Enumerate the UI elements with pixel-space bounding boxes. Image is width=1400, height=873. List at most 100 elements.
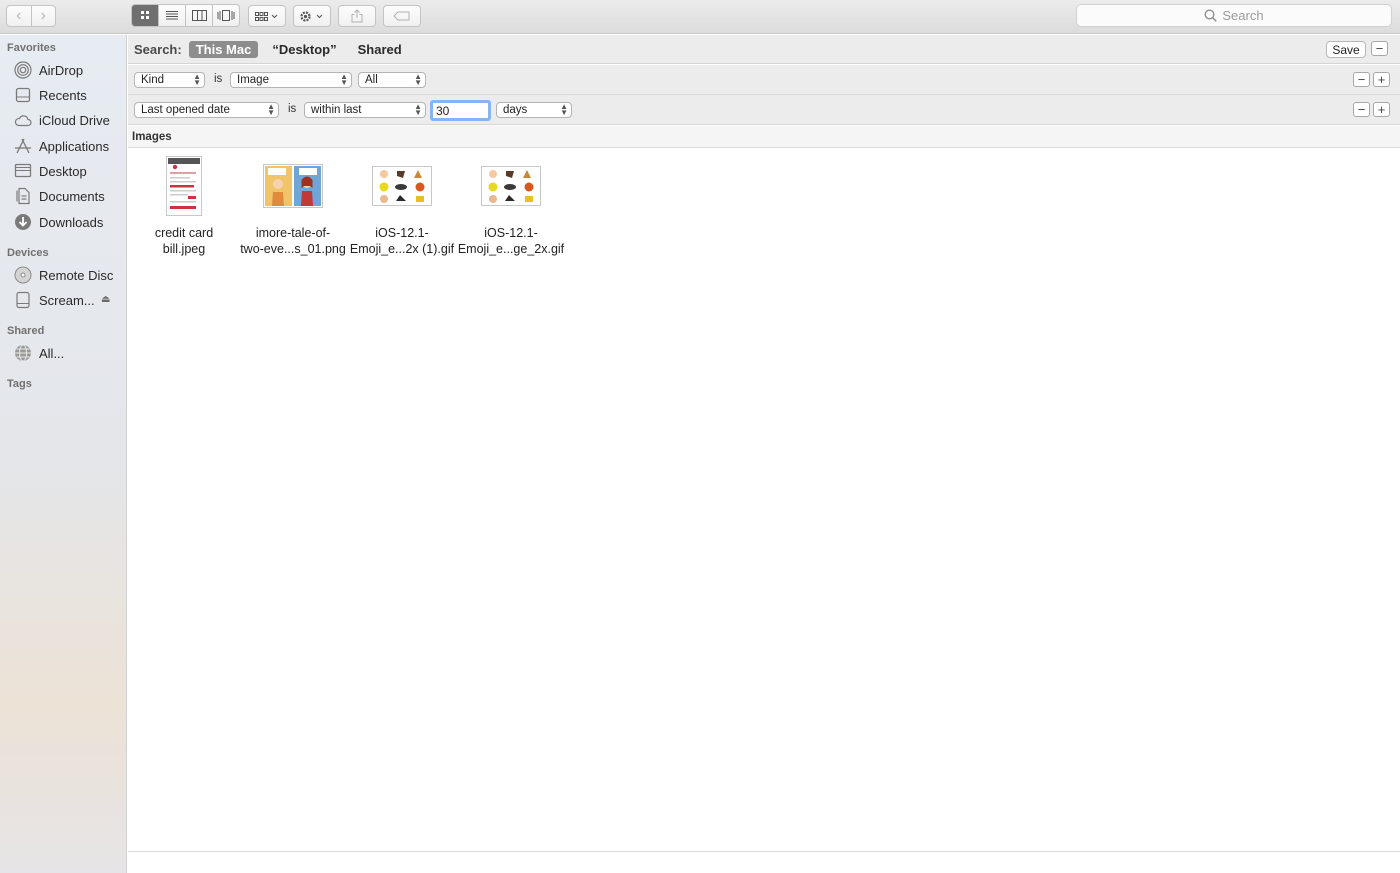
cloud-icon [14,111,32,129]
drive-icon [14,291,32,309]
file-name-line: Emoji_e...2x (1).gif [349,242,455,256]
remove-rule-button[interactable]: − [1353,72,1370,87]
search-rule-row: Last opened date ▲ ▼ is within last ▲ ▼ 30… [128,95,1400,125]
rule-attribute-value: Kind [141,74,165,86]
search-placeholder: Search [1222,8,1264,23]
rule-attribute-select[interactable]: Kind ▲ ▼ [134,72,205,88]
minus-icon: − [1357,71,1366,87]
scope-this-mac[interactable]: This Mac [188,40,259,58]
chevron-updown-icon: ▲ ▼ [414,102,422,117]
add-rule-button[interactable]: + [1373,72,1390,87]
file-thumbnail [166,155,202,217]
sidebar-item-recents[interactable]: Recents [14,84,87,106]
minus-icon: − [1357,101,1366,117]
sidebar-item-icloud-drive[interactable]: iCloud Drive [14,109,110,131]
shared-header: Shared [7,325,45,337]
status-bar-divider [128,851,1400,852]
rule-extra-select[interactable]: All ▲ ▼ [358,72,426,88]
file-item[interactable]: credit card bill.jpeg [130,155,238,257]
file-name-line: Emoji_e...ge_2x.gif [457,242,565,256]
eject-icon[interactable]: ⏏ [101,294,110,305]
chevron-updown-icon: ▲ ▼ [193,72,201,87]
desktop-icon [14,162,32,180]
sidebar-item-label: Applications [39,138,110,154]
search-rule-row: Kind ▲ ▼ is Image ▲ ▼ All ▲ ▼ − + [128,65,1400,95]
sidebar-item-all-shared[interactable]: All... [14,342,64,364]
file-thumbnail [372,155,432,217]
nav-buttons: ‹ › [6,5,56,27]
network-icon [14,344,32,362]
sidebar-item-documents[interactable]: Documents [14,185,105,207]
sidebar-item-label: Desktop [39,163,87,179]
disc-icon [14,266,32,284]
coverflow-icon [217,10,235,21]
file-name: iOS-12.1- Emoji_e...2x (1).gif [350,225,454,257]
forward-button[interactable]: › [30,6,56,26]
sidebar-item-remote-disc[interactable]: Remote Disc [14,264,113,286]
file-name-line: bill.jpeg [162,242,206,256]
group-grid-icon [255,11,278,21]
group-by-button[interactable] [248,5,286,27]
search-icon [1204,9,1218,22]
rule-unit-select[interactable]: days ▲ ▼ [496,102,572,118]
documents-icon [14,187,32,205]
chevron-updown-icon: ▲ ▼ [340,72,348,87]
rule-operator-label: is [214,73,223,85]
sidebar-item-airdrop[interactable]: AirDrop [14,59,83,81]
favorites-header: Favorites [7,42,56,54]
rule-number-input[interactable]: 30 [430,100,491,121]
remove-rule-button[interactable]: − [1353,102,1370,117]
search-field[interactable]: Search [1076,4,1392,27]
scope-shared[interactable]: Shared [351,41,409,58]
view-mode-group [131,4,240,27]
file-thumbnail [481,155,541,217]
file-name-line: two-eve...s_01.png [240,242,346,256]
list-view-button[interactable] [158,5,185,26]
plus-icon: + [1377,71,1386,87]
sidebar-item-desktop[interactable]: Desktop [14,160,87,182]
rule-value-select[interactable]: within last ▲ ▼ [304,102,426,118]
share-icon [351,9,363,23]
icon-view-button[interactable] [132,5,158,26]
sidebar-item-applications[interactable]: Applications [14,135,109,157]
tags-button[interactable] [383,5,421,27]
sidebar-item-downloads[interactable]: Downloads [14,211,103,233]
chevron-left-icon: ‹ [16,7,22,24]
gallery-view-button[interactable] [212,5,239,26]
scope-desktop[interactable]: “Desktop” [265,41,343,58]
file-name: imore-tale-of- two-eve...s_01.png [240,225,346,257]
plus-icon: + [1377,101,1386,117]
file-name-line: iOS-12.1- [484,226,538,240]
rule-extra-value: All [365,74,378,86]
file-item[interactable]: iOS-12.1- Emoji_e...ge_2x.gif [457,155,565,257]
sidebar-item-label: Recents [39,87,87,103]
chevron-right-icon: › [40,7,46,24]
rule-operator-label: is [288,103,297,115]
back-button[interactable]: ‹ [7,6,31,26]
gear-icon [300,10,323,22]
tag-icon [393,11,410,21]
rule-value: Image [237,74,269,86]
save-search-button[interactable]: Save [1326,41,1366,58]
sidebar-item-screamer-drive[interactable]: Scream... [14,289,95,311]
rule-value-select[interactable]: Image ▲ ▼ [230,72,352,88]
file-name: iOS-12.1- Emoji_e...ge_2x.gif [458,225,564,257]
file-name-line: iOS-12.1- [375,226,429,240]
remove-search-button[interactable]: − [1371,41,1388,56]
rule-attribute-select[interactable]: Last opened date ▲ ▼ [134,102,279,118]
sidebar: Favorites AirDrop Recents iCloud Drive A… [0,35,127,873]
rule-attribute-value: Last opened date [141,104,230,116]
sidebar-item-label: Remote Disc [39,267,114,283]
airdrop-icon [14,61,32,79]
recents-icon [14,86,32,104]
file-item[interactable]: iOS-12.1- Emoji_e...2x (1).gif [348,155,456,257]
action-button[interactable] [293,5,331,27]
column-view-button[interactable] [185,5,212,26]
file-name: credit card bill.jpeg [155,225,213,257]
downloads-icon [14,213,32,231]
sidebar-item-label: AirDrop [39,62,84,78]
search-scope-bar: Search: This Mac “Desktop” Shared Save − [128,35,1400,64]
share-button[interactable] [338,5,376,27]
add-rule-button[interactable]: + [1373,102,1390,117]
file-item[interactable]: imore-tale-of- two-eve...s_01.png [239,155,347,257]
